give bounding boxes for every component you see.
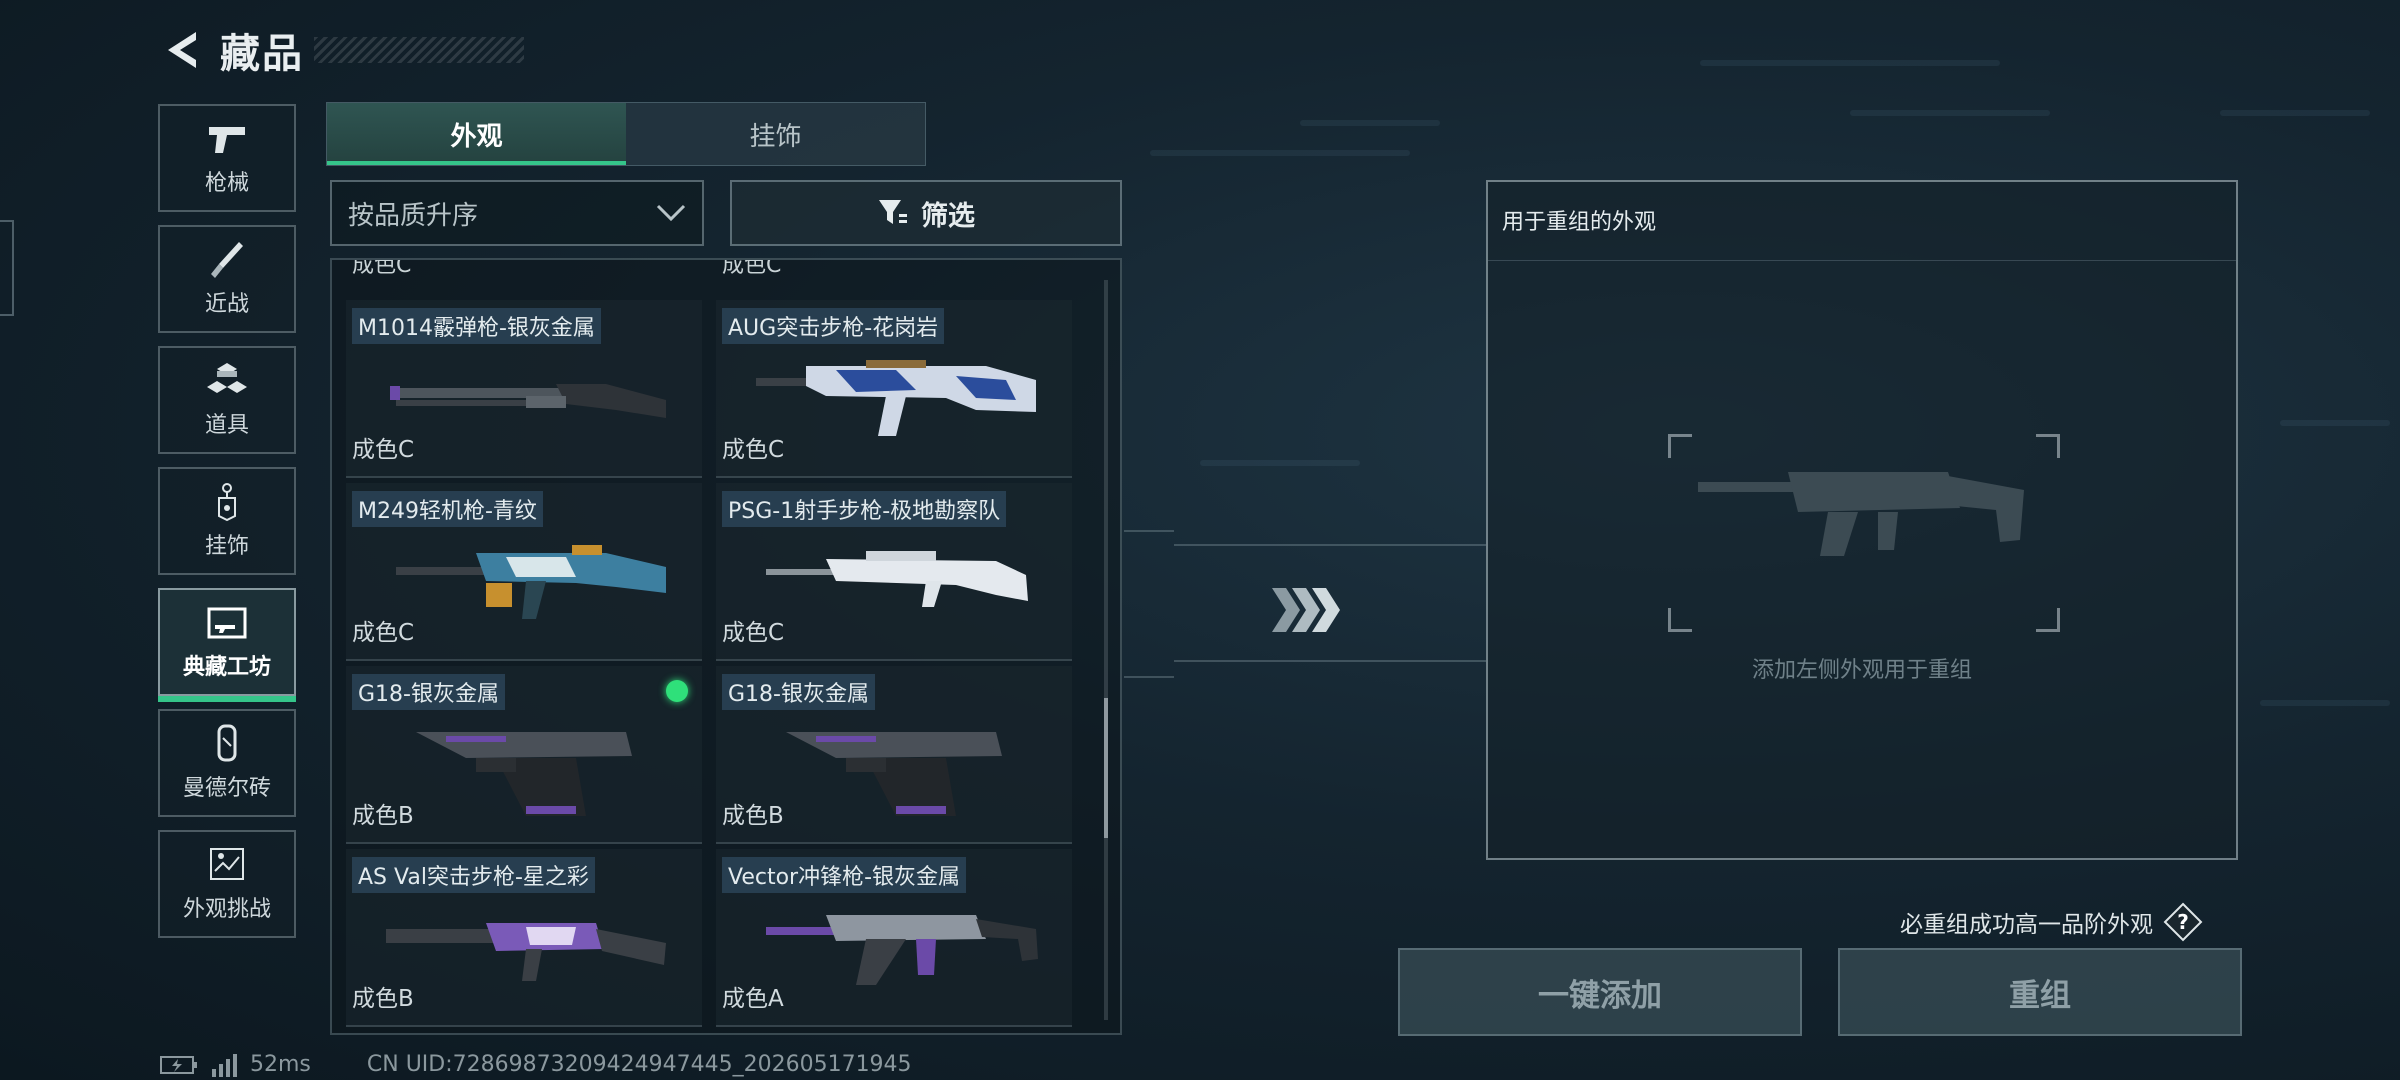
question-icon[interactable]: ? <box>2163 902 2203 942</box>
filter-button-label: 筛选 <box>921 200 975 232</box>
sidebar-item-label: 近战 <box>204 292 249 317</box>
sidebar-item-guns[interactable]: 枪械 <box>158 104 296 212</box>
recompose-hint: 必重组成功高一品阶外观 ? <box>1900 902 2203 942</box>
cubes-icon <box>207 363 247 393</box>
selected-indicator-dot <box>666 680 688 702</box>
grid-scrollbar-thumb[interactable] <box>1104 698 1108 838</box>
frame-corner <box>2036 434 2060 458</box>
skin-name: Vector冲锋枪-银灰金属 <box>722 857 967 893</box>
sort-dropdown-value: 按品质升序 <box>348 200 479 231</box>
brick-icon <box>217 724 237 762</box>
skin-type-tabs: 外观 挂饰 <box>326 102 926 166</box>
skin-name: PSG-1射手步枪-极地勘察队 <box>722 491 1007 527</box>
skin-grade: 成色C <box>352 620 415 646</box>
connector-line <box>1174 544 1486 546</box>
chevron-down-icon <box>656 204 686 222</box>
battery-icon <box>160 1055 197 1074</box>
ping-value: 52ms <box>250 1052 311 1077</box>
sidebar-item-label: 枪械 <box>204 171 249 196</box>
pistol-image <box>416 732 632 816</box>
rifle-placeholder-icon <box>1698 472 2024 556</box>
sidebar-item-workshop[interactable]: 典藏工坊 <box>158 588 296 702</box>
svg-text:?: ? <box>2177 910 2189 934</box>
skin-card[interactable]: G18-银灰金属 成色B <box>716 666 1072 844</box>
tab-appearance[interactable]: 外观 <box>327 103 626 165</box>
skin-name: M1014霰弹枪-银灰金属 <box>352 308 601 344</box>
sidebar-item-label: 挂饰 <box>204 534 249 559</box>
connector-line <box>1174 660 1486 662</box>
sidebar-item-label: 外观挑战 <box>182 897 271 922</box>
skin-grade: 成色A <box>722 986 784 1012</box>
smg-image <box>766 915 1038 985</box>
shotgun-image <box>390 384 666 418</box>
skin-card[interactable]: M1014霰弹枪-银灰金属 成色C <box>346 300 702 478</box>
skin-grade: 成色C <box>722 437 785 463</box>
challenge-icon <box>210 848 244 880</box>
connector-line <box>1124 676 1174 678</box>
recompose-panel: 用于重组的外观 添加左侧外观用于重组 <box>1486 180 2238 860</box>
status-bar: 52ms CN UID:7286987320942494744​5_202605… <box>160 1052 912 1077</box>
skin-grade: 成色B <box>722 803 784 829</box>
workshop-icon <box>207 607 247 639</box>
sort-dropdown[interactable]: 按品质升序 <box>330 180 704 246</box>
skin-name: G18-银灰金属 <box>352 674 505 710</box>
title-stripes-decoration <box>314 37 524 63</box>
funnel-icon <box>879 200 907 224</box>
skin-card[interactable]: G18-银灰金属 成色B <box>346 666 702 844</box>
pistol-image <box>786 732 1002 816</box>
skin-card[interactable]: PSG-1射手步枪-极地勘察队 成色C <box>716 483 1072 661</box>
frame-corner <box>1668 608 1692 632</box>
grid-scrollbar-track[interactable] <box>1104 280 1108 1020</box>
chevrons-right-icon <box>1272 588 1340 632</box>
page-title: 藏品 <box>220 31 304 77</box>
category-sidebar: 枪械 近战 道具 挂饰 典藏工坊 曼德尔砖 外观挑战 <box>158 104 296 951</box>
skin-name: AS Val突击步枪-星之彩 <box>352 857 595 893</box>
skin-name: G18-银灰金属 <box>722 674 875 710</box>
skin-card[interactable]: Vector冲锋枪-银灰金属 成色A <box>716 849 1072 1027</box>
skin-card[interactable]: AS Val突击步枪-星之彩 成色B <box>346 849 702 1027</box>
skin-grade: 成色B <box>352 803 414 829</box>
pendant-icon <box>218 483 236 522</box>
assault-rifle-image <box>756 360 1036 436</box>
filter-button[interactable]: 筛选 <box>730 180 1122 246</box>
skin-grade: 成色C <box>352 437 415 463</box>
recompose-placeholder-text: 添加左侧外观用于重组 <box>1751 658 1972 683</box>
recompose-panel-title: 用于重组的外观 <box>1502 210 1657 235</box>
tab-pendants[interactable]: 挂饰 <box>626 103 925 165</box>
edge-hex-decoration <box>0 220 14 316</box>
sidebar-item-label: 曼德尔砖 <box>182 776 271 801</box>
sidebar-item-pendants[interactable]: 挂饰 <box>158 467 296 575</box>
sniper-rifle-image <box>766 551 1028 607</box>
page-header: 藏品 <box>160 24 524 77</box>
pistol-icon <box>209 127 245 153</box>
frame-corner <box>1668 434 1692 458</box>
knife-icon <box>211 242 243 278</box>
partial-card-grade: 成色C <box>722 258 782 278</box>
signal-icon <box>212 1053 237 1077</box>
back-arrow-icon[interactable] <box>160 28 200 72</box>
machine-gun-image <box>396 545 666 619</box>
skin-name: AUG突击步枪-花岗岩 <box>722 308 945 344</box>
sidebar-item-label: 典藏工坊 <box>182 655 271 680</box>
skin-card[interactable]: AUG突击步枪-花岗岩 成色C <box>716 300 1072 478</box>
sidebar-item-gadgets[interactable]: 道具 <box>158 346 296 454</box>
skin-card[interactable]: M249轻机枪-青纹 成色C <box>346 483 702 661</box>
skin-grade: 成色C <box>722 620 785 646</box>
recompose-button[interactable]: 重组 <box>1838 948 2242 1036</box>
sidebar-item-appearance-challenge[interactable]: 外观挑战 <box>158 830 296 938</box>
sidebar-item-label: 道具 <box>204 413 249 438</box>
partial-card-grade: 成色C <box>352 258 412 278</box>
add-all-button[interactable]: 一键添加 <box>1398 948 1802 1036</box>
panel-divider <box>1488 260 2236 261</box>
skin-grid: 成色C 成色C M1014霰弹枪-银灰金属 成色C AUG突击步枪-花岗岩 成色… <box>330 258 1122 1035</box>
user-uid: CN UID:7286987320942494744​5_20260517194… <box>366 1052 912 1077</box>
recompose-hint-text: 必重组成功高一品阶外观 <box>1900 912 2153 938</box>
sidebar-item-melee[interactable]: 近战 <box>158 225 296 333</box>
skin-grade: 成色B <box>352 986 414 1012</box>
sidebar-item-mandel-brick[interactable]: 曼德尔砖 <box>158 709 296 817</box>
skin-name: M249轻机枪-青纹 <box>352 491 543 527</box>
connector-line <box>1124 530 1174 532</box>
assault-rifle-image <box>386 923 666 981</box>
frame-corner <box>2036 608 2060 632</box>
